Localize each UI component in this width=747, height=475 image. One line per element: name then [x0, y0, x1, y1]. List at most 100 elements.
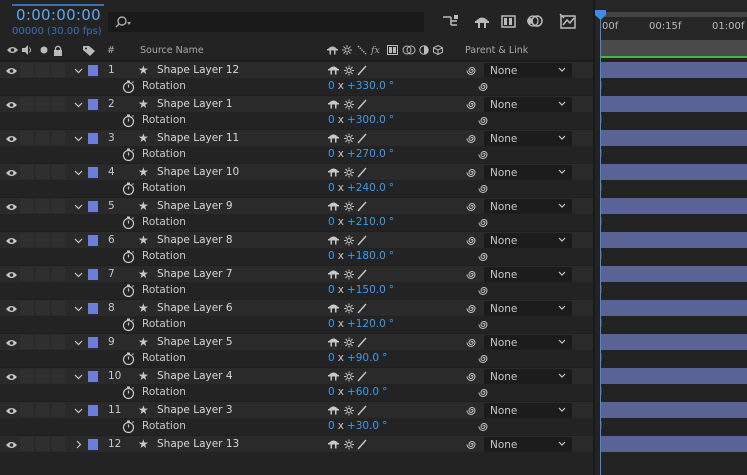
collapse-chevron-icon[interactable]	[74, 300, 83, 317]
expand-chevron-icon[interactable]	[74, 436, 83, 453]
solo-column-dot-icon[interactable]	[39, 45, 49, 58]
property-row[interactable]: Rotation 0 x +270.0 °	[0, 146, 593, 163]
lock-switch[interactable]	[52, 369, 65, 383]
stopwatch-icon[interactable]	[122, 113, 135, 130]
rotation-value[interactable]: 0 x +240.0 °	[328, 180, 394, 197]
visibility-eye-icon[interactable]	[6, 438, 17, 455]
audio-switch[interactable]	[20, 335, 33, 349]
rotation-revolutions[interactable]: 0	[328, 352, 335, 364]
layer-name[interactable]: Shape Layer 9	[157, 198, 233, 215]
solo-switch[interactable]	[36, 437, 49, 451]
collapse-chevron-icon[interactable]	[74, 198, 83, 215]
parent-pickwhip-icon[interactable]	[466, 62, 478, 79]
rotation-revolutions[interactable]: 0	[328, 284, 335, 296]
lock-switch[interactable]	[52, 165, 65, 179]
layer-switches[interactable]	[328, 96, 368, 113]
collapse-chevron-icon[interactable]	[74, 368, 83, 385]
effects-column-fx-icon[interactable]: fx	[371, 45, 380, 56]
expression-pickwhip-icon[interactable]	[478, 78, 490, 95]
rotation-revolutions[interactable]: 0	[328, 420, 335, 432]
solo-switch[interactable]	[36, 233, 49, 247]
rotation-degrees[interactable]: +300.0	[347, 114, 386, 126]
rotation-value[interactable]: 0 x +90.0 °	[328, 350, 387, 367]
lock-switch[interactable]	[52, 233, 65, 247]
parent-pickwhip-icon[interactable]	[466, 232, 478, 249]
layer-name[interactable]: Shape Layer 10	[157, 164, 239, 181]
layer-row[interactable]: 12 ★ Shape Layer 13 None	[0, 435, 593, 452]
layer-duration-bar[interactable]	[601, 198, 747, 214]
layer-duration-bar[interactable]	[601, 164, 747, 180]
collapse-chevron-icon[interactable]	[74, 232, 83, 249]
lock-switch[interactable]	[52, 267, 65, 281]
lock-switch[interactable]	[52, 403, 65, 417]
layer-switches[interactable]	[328, 164, 368, 181]
collapse-chevron-icon[interactable]	[74, 96, 83, 113]
parent-pickwhip-icon[interactable]	[466, 436, 478, 453]
expression-pickwhip-icon[interactable]	[478, 146, 490, 163]
rotation-revolutions[interactable]: 0	[328, 386, 335, 398]
parent-dropdown[interactable]: None	[484, 437, 572, 452]
rotation-degrees[interactable]: +180.0	[347, 250, 386, 262]
parent-dropdown[interactable]: None	[484, 199, 572, 214]
layer-name[interactable]: Shape Layer 12	[157, 62, 239, 79]
label-color-swatch[interactable]	[88, 371, 98, 382]
property-row[interactable]: Rotation 0 x +210.0 °	[0, 214, 593, 231]
video-column-eye-icon[interactable]	[7, 45, 18, 58]
collapse-chevron-icon[interactable]	[74, 266, 83, 283]
layer-duration-bar[interactable]	[601, 334, 747, 350]
stopwatch-icon[interactable]	[122, 385, 135, 402]
layer-duration-bar[interactable]	[601, 402, 747, 418]
property-row[interactable]: Rotation 0 x +60.0 °	[0, 384, 593, 401]
layer-row[interactable]: 6 ★ Shape Layer 8 None	[0, 231, 593, 248]
layer-duration-bar[interactable]	[601, 130, 747, 146]
layer-duration-bar[interactable]	[601, 62, 747, 78]
parent-dropdown[interactable]: None	[484, 267, 572, 282]
expression-pickwhip-icon[interactable]	[478, 384, 490, 401]
rotation-revolutions[interactable]: 0	[328, 216, 335, 228]
audio-switch[interactable]	[20, 403, 33, 417]
playhead-marker-icon[interactable]	[595, 10, 606, 20]
layer-duration-bar[interactable]	[601, 232, 747, 248]
layer-name[interactable]: Shape Layer 8	[157, 232, 233, 249]
property-row[interactable]: Rotation 0 x +30.0 °	[0, 418, 593, 435]
label-column-tag-icon[interactable]	[83, 45, 95, 59]
rotation-revolutions[interactable]: 0	[328, 114, 335, 126]
parent-dropdown[interactable]: None	[484, 233, 572, 248]
layer-switches[interactable]	[328, 232, 368, 249]
solo-switch[interactable]	[36, 369, 49, 383]
collapse-chevron-icon[interactable]	[74, 164, 83, 181]
solo-switch[interactable]	[36, 335, 49, 349]
label-color-swatch[interactable]	[88, 133, 98, 144]
layer-switches[interactable]	[328, 334, 368, 351]
parent-dropdown[interactable]: None	[484, 63, 572, 78]
property-row[interactable]: Rotation 0 x +120.0 °	[0, 316, 593, 333]
solo-switch[interactable]	[36, 403, 49, 417]
layer-name[interactable]: Shape Layer 5	[157, 334, 233, 351]
rotation-value[interactable]: 0 x +180.0 °	[328, 248, 394, 265]
solo-switch[interactable]	[36, 267, 49, 281]
lock-switch[interactable]	[52, 437, 65, 451]
layer-duration-bar[interactable]	[601, 368, 747, 384]
solo-switch[interactable]	[36, 63, 49, 77]
3d-layer-column-cube-icon[interactable]	[433, 44, 443, 58]
layer-duration-bar[interactable]	[601, 96, 747, 112]
rotation-degrees[interactable]: +330.0	[347, 80, 386, 92]
label-color-swatch[interactable]	[88, 439, 98, 450]
graph-editor-icon[interactable]	[559, 13, 577, 29]
parent-dropdown[interactable]: None	[484, 369, 572, 384]
rotation-value[interactable]: 0 x +210.0 °	[328, 214, 394, 231]
audio-switch[interactable]	[20, 301, 33, 315]
property-row[interactable]: Rotation 0 x +180.0 °	[0, 248, 593, 265]
rotation-revolutions[interactable]: 0	[328, 250, 335, 262]
expression-pickwhip-icon[interactable]	[478, 316, 490, 333]
label-color-swatch[interactable]	[88, 269, 98, 280]
rotation-degrees[interactable]: +30.0	[347, 420, 379, 432]
label-color-swatch[interactable]	[88, 303, 98, 314]
rotation-degrees[interactable]: +120.0	[347, 318, 386, 330]
audio-switch[interactable]	[20, 233, 33, 247]
adjustment-layer-column-icon[interactable]	[419, 45, 429, 58]
layer-duration-bar[interactable]	[601, 300, 747, 316]
current-time-display[interactable]: 0:00:00:00	[16, 6, 101, 24]
frame-blend-column-icon[interactable]	[387, 45, 398, 58]
layer-switches[interactable]	[328, 300, 368, 317]
